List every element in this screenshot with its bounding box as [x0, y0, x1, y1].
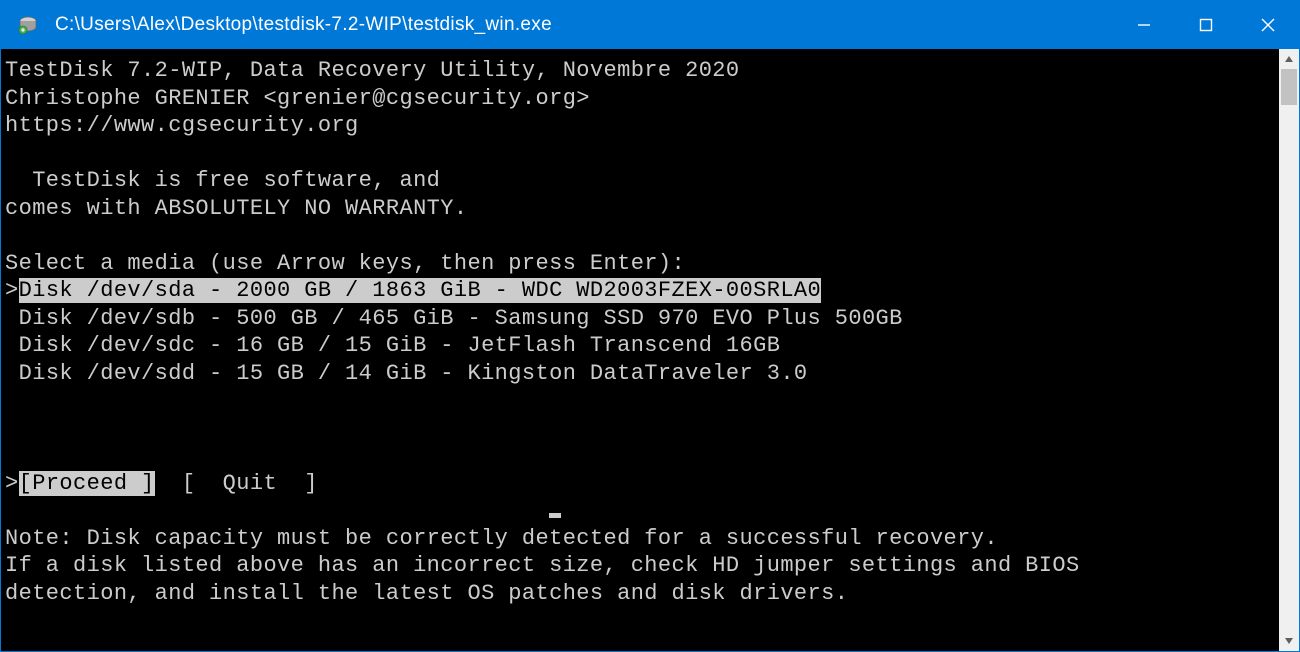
- proceed-button[interactable]: [Proceed ]: [19, 471, 155, 496]
- select-prompt: Select a media (use Arrow keys, then pre…: [5, 250, 1279, 278]
- note-line: If a disk listed above has an incorrect …: [5, 552, 1279, 580]
- minimize-button[interactable]: [1113, 1, 1175, 49]
- license-line: comes with ABSOLUTELY NO WARRANTY.: [5, 195, 1279, 223]
- disk-item[interactable]: >Disk /dev/sda - 2000 GB / 1863 GiB - WD…: [5, 277, 1279, 305]
- blank-line: [5, 442, 1279, 470]
- action-row: >[Proceed ] [ Quit ]: [5, 470, 1279, 498]
- cursor-line: [5, 497, 1279, 525]
- blank-line: [5, 387, 1279, 415]
- scroll-up-arrow-icon[interactable]: [1279, 49, 1299, 69]
- window-controls: [1113, 1, 1299, 49]
- disk-caret: [5, 333, 19, 358]
- disk-item[interactable]: Disk /dev/sdc - 16 GB / 15 GiB - JetFlas…: [5, 332, 1279, 360]
- disk-caret: >: [5, 278, 19, 303]
- app-icon: [15, 12, 41, 38]
- disk-item[interactable]: Disk /dev/sdd - 15 GB / 14 GiB - Kingsto…: [5, 360, 1279, 388]
- disk-text: Disk /dev/sda - 2000 GB / 1863 GiB - WDC…: [19, 278, 822, 303]
- disk-text: Disk /dev/sdb - 500 GB / 465 GiB - Samsu…: [19, 306, 903, 331]
- title-bar[interactable]: C:\Users\Alex\Desktop\testdisk-7.2-WIP\t…: [1, 1, 1299, 49]
- action-caret: >: [5, 471, 19, 496]
- content-area: TestDisk 7.2-WIP, Data Recovery Utility,…: [1, 49, 1299, 651]
- blank-line: [5, 222, 1279, 250]
- blank-line: [5, 140, 1279, 168]
- console-window: C:\Users\Alex\Desktop\testdisk-7.2-WIP\t…: [0, 0, 1300, 652]
- scroll-thumb[interactable]: [1281, 69, 1297, 105]
- disk-caret: [5, 306, 19, 331]
- cursor-icon: [549, 513, 561, 518]
- scroll-down-arrow-icon[interactable]: [1279, 631, 1299, 651]
- license-line: TestDisk is free software, and: [5, 167, 1279, 195]
- scroll-track[interactable]: [1279, 69, 1299, 631]
- disk-text: Disk /dev/sdc - 16 GB / 15 GiB - JetFlas…: [19, 333, 781, 358]
- maximize-button[interactable]: [1175, 1, 1237, 49]
- disk-caret: [5, 361, 19, 386]
- header-line: https://www.cgsecurity.org: [5, 112, 1279, 140]
- blank-line: [5, 415, 1279, 443]
- quit-button[interactable]: [ Quit ]: [182, 471, 318, 496]
- action-gap: [155, 471, 182, 496]
- close-button[interactable]: [1237, 1, 1299, 49]
- header-line: TestDisk 7.2-WIP, Data Recovery Utility,…: [5, 57, 1279, 85]
- vertical-scrollbar[interactable]: [1279, 49, 1299, 651]
- header-line: Christophe GRENIER <grenier@cgsecurity.o…: [5, 85, 1279, 113]
- disk-text: Disk /dev/sdd - 15 GB / 14 GiB - Kingsto…: [19, 361, 808, 386]
- note-line: detection, and install the latest OS pat…: [5, 580, 1279, 608]
- window-title: C:\Users\Alex\Desktop\testdisk-7.2-WIP\t…: [55, 14, 1113, 36]
- terminal-output[interactable]: TestDisk 7.2-WIP, Data Recovery Utility,…: [1, 49, 1279, 651]
- note-line: Note: Disk capacity must be correctly de…: [5, 525, 1279, 553]
- disk-item[interactable]: Disk /dev/sdb - 500 GB / 465 GiB - Samsu…: [5, 305, 1279, 333]
